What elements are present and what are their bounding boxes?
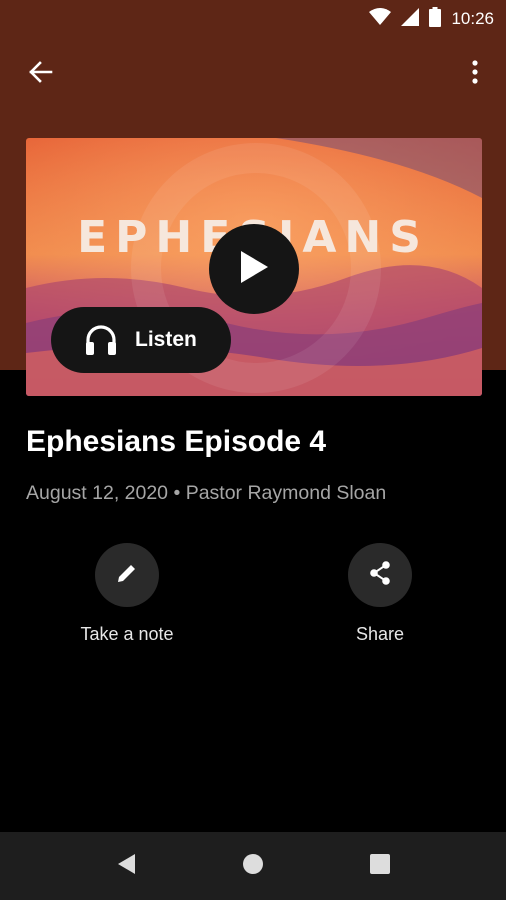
more-vertical-icon (472, 59, 478, 89)
cell-signal-icon (401, 7, 420, 31)
listen-button[interactable]: Listen (51, 307, 231, 373)
take-note-label: Take a note (80, 624, 174, 644)
system-nav-bar (0, 832, 506, 900)
nav-recents-button[interactable] (362, 850, 398, 882)
status-icons: 10:26 (369, 6, 494, 32)
headphones-icon (84, 324, 118, 356)
nav-home-icon (242, 853, 264, 880)
app-bar (0, 48, 506, 100)
arrow-left-icon (27, 60, 53, 89)
take-note-circle[interactable] (95, 543, 159, 607)
play-button[interactable] (209, 224, 299, 314)
wifi-icon (369, 7, 392, 31)
more-options-button[interactable] (464, 58, 486, 90)
nav-recents-icon (370, 853, 390, 879)
play-icon (239, 250, 269, 289)
nav-back-icon (116, 853, 136, 880)
pencil-icon (116, 562, 138, 589)
status-time: 10:26 (451, 9, 494, 28)
share-label: Share (355, 624, 405, 644)
episode-meta: August 12, 2020 • Pastor Raymond Sloan (26, 482, 387, 504)
nav-home-button[interactable] (235, 850, 271, 882)
share-button[interactable]: Share (300, 543, 460, 645)
share-icon (368, 560, 392, 591)
status-bar: 10:26 (0, 0, 506, 38)
battery-icon (429, 6, 442, 32)
back-button[interactable] (22, 60, 58, 88)
share-circle[interactable] (348, 543, 412, 607)
listen-label: Listen (135, 328, 197, 351)
nav-back-button[interactable] (108, 850, 144, 882)
episode-title: Ephesians Episode 4 (26, 425, 327, 458)
take-note-button[interactable]: Take a note (47, 543, 207, 645)
